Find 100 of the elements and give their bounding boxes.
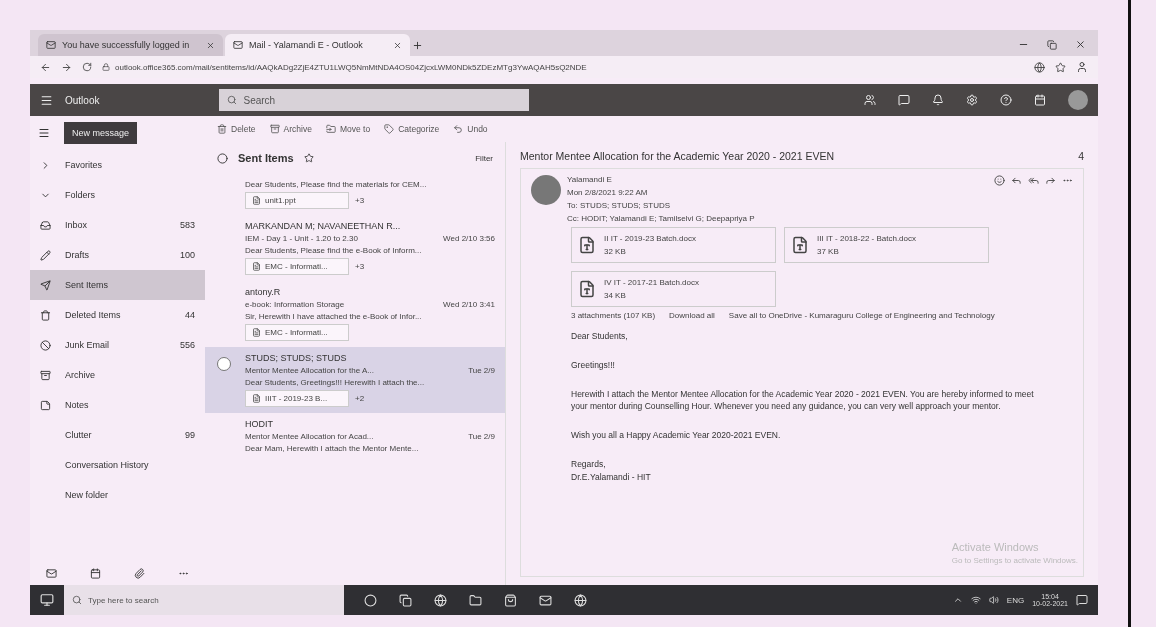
lock-icon <box>102 63 110 71</box>
app-name: Outlook <box>65 94 100 106</box>
calendar-icon <box>90 568 102 579</box>
select-all-icon <box>217 152 228 164</box>
star-icon <box>303 153 314 163</box>
email-paragraph: Dear Students, <box>571 330 629 343</box>
file-icon <box>252 196 261 205</box>
attachment-chip[interactable]: EMC - Informati... <box>245 324 349 341</box>
message-item[interactable]: HODIT Mentor Mentee Allocation for Acad... Tue 2/9 Dear Mam, Herewith I attach the Mentor Mente... <box>205 413 505 459</box>
close-icon[interactable] <box>393 40 402 50</box>
nav-section[interactable]: Folders <box>30 180 205 210</box>
toolbar-button[interactable]: Categorize <box>384 124 440 134</box>
sent-date: Mon 2/8/2021 9:22 AM <box>567 188 649 197</box>
download-all-link[interactable]: Download all <box>669 311 715 320</box>
select-circle[interactable] <box>217 357 231 371</box>
bookmark-star-icon[interactable] <box>1055 61 1066 73</box>
taskbar-search-field[interactable]: Type here to search <box>64 585 344 615</box>
toolbar-icon <box>217 124 227 134</box>
chevron-up-icon <box>952 595 963 605</box>
message-item[interactable]: antony.R e-book: Information Storage Wed 2/10 3:41 Sir, Herewith I have attached the e-Book of Infor... EMC - Informati... <box>205 281 505 347</box>
folder-item[interactable]: Notes <box>30 390 205 420</box>
toolbar-icon <box>453 124 464 134</box>
header-icon[interactable] <box>1000 94 1012 106</box>
toolbar-button[interactable]: Delete <box>217 124 256 134</box>
toolbar-icon <box>325 124 336 134</box>
folder-item[interactable]: Clutter 99 <box>30 420 205 450</box>
avatar[interactable] <box>1068 90 1088 110</box>
taskbar-app-icon[interactable] <box>574 593 587 607</box>
folder-item[interactable]: New folder <box>30 480 205 510</box>
message-item[interactable]: Dear Students, Please find the materials for CEM... unit1.ppt +3 <box>205 174 505 215</box>
folder-item[interactable]: Deleted Items 44 <box>30 300 205 330</box>
email-subject: Mentor Mentee Allocation for the Academic Year 2020 - 2021 EVEN <box>520 150 836 162</box>
to-line: To: STUDS; STUDS; STUDS <box>567 201 672 210</box>
close-icon[interactable] <box>1075 39 1086 50</box>
email-signature: Regards, Dr.E.Yalamandi - HIT <box>571 457 652 484</box>
mail-icon <box>46 568 58 579</box>
restore-icon[interactable] <box>1047 39 1057 50</box>
attachment-chip[interactable]: EMC - Informati... <box>245 258 349 275</box>
reply-all-icon <box>1028 175 1039 186</box>
attachment-chip[interactable]: IIIT - 2019-23 B... <box>245 390 349 407</box>
notification-icon <box>1076 594 1088 606</box>
taskbar-app-icon[interactable] <box>364 593 377 607</box>
taskbar-app-icon[interactable] <box>399 593 412 607</box>
menu-icon[interactable] <box>38 127 50 139</box>
forward-icon[interactable] <box>61 61 72 73</box>
save-onedrive-link[interactable]: Save all to OneDrive - Kumaraguru College of Engineering and Technology <box>728 311 995 320</box>
back-icon[interactable] <box>40 61 51 73</box>
folder-item[interactable]: Sent Items <box>30 270 205 300</box>
wifi-icon <box>970 595 981 605</box>
reload-icon[interactable] <box>82 62 92 72</box>
browser-tab[interactable]: You have successfully logged in <box>38 34 223 56</box>
header-icon[interactable] <box>932 94 944 106</box>
browser-tab[interactable]: Mail - Yalamandi E - Outlook <box>225 34 410 56</box>
attachment-card[interactable]: III IT - 2018-22 - Batch.docx 37 KB <box>784 227 989 263</box>
folder-item[interactable]: Junk Email 556 <box>30 330 205 360</box>
mail-icon <box>46 40 56 50</box>
speaker-icon <box>988 595 999 605</box>
globe-icon[interactable] <box>1034 61 1045 73</box>
taskbar-app-icon[interactable] <box>539 593 552 607</box>
profile-icon[interactable] <box>1076 61 1088 73</box>
folder-item[interactable]: Inbox 583 <box>30 210 205 240</box>
email-paragraph: Herewith I attach the Mentor Mentee Allocation for the Academic Year 2020 - 2021 EVEN. You are hereby informed to meet your mentor during Counselling Hour. Whenever you need any guidance, you can very well approach your mentor. <box>571 387 1035 413</box>
toolbar-icon <box>269 124 280 134</box>
header-icon[interactable] <box>966 94 978 106</box>
new-tab-icon[interactable] <box>412 40 423 51</box>
language-indicator[interactable]: ENG <box>1006 595 1025 605</box>
toolbar-button[interactable]: Undo <box>453 124 488 134</box>
paperclip-icon <box>133 568 145 579</box>
folder-item[interactable]: Drafts 100 <box>30 240 205 270</box>
header-icon[interactable] <box>864 94 876 106</box>
taskbar-app-icon[interactable] <box>469 593 482 607</box>
taskbar-app-icon[interactable] <box>434 593 447 607</box>
url-text[interactable]: outlook.office365.com/mail/sentitems/id/AAQkADg2ZjE4ZTU1LWQ5NmMtNDA4OS04ZjcxLWM0NDk5ZDEzMTg3YwAQAH5sQ2NDE <box>115 62 587 72</box>
header-icon[interactable] <box>1034 94 1046 106</box>
toolbar-button[interactable]: Archive <box>269 124 312 134</box>
sender-photo-placeholder <box>531 175 561 205</box>
search-field[interactable]: Search <box>219 89 530 111</box>
toolbar-button[interactable]: Move to <box>325 124 371 134</box>
thread-count: 4 <box>1078 150 1084 162</box>
message-item[interactable]: STUDS; STUDS; STUDS Mentor Mentee Allocation for the A... Tue 2/9 Dear Students, Greetings!!! Herewith I attach the... IIIT - 2019-23 B... +2 <box>205 347 505 413</box>
document-icon <box>578 236 596 254</box>
close-icon[interactable] <box>206 40 215 50</box>
new-message-button[interactable]: New message <box>64 122 138 144</box>
nav-section[interactable]: Favorites <box>30 150 205 180</box>
folder-item[interactable]: Archive <box>30 360 205 390</box>
sender-name: Yalamandi E <box>567 175 613 184</box>
taskbar-app-icon[interactable] <box>504 593 517 607</box>
filter-button[interactable]: Filter <box>475 153 493 163</box>
attachment-card[interactable]: IV IT - 2017-21 Batch.docx 34 KB <box>571 271 776 307</box>
message-item[interactable]: MARKANDAN M; NAVANEETHAN R... IEM - Day 1 - Unit - 1.20 to 2.30 Wed 2/10 3:56 Dear Students, Please find the e-Book of Inform... EMC - Informati... +3 <box>205 215 505 281</box>
attachment-card[interactable]: II IT - 2019-23 Batch.docx 32 KB <box>571 227 776 263</box>
search-icon <box>72 595 82 605</box>
toolbar-icon <box>384 124 395 134</box>
attachment-chip[interactable]: unit1.ppt <box>245 192 349 209</box>
list-title: Sent Items <box>238 152 294 164</box>
email-paragraph: Wish you all a Happy Academic Year 2020-2021 EVEN. <box>571 429 782 442</box>
folder-item[interactable]: Conversation History <box>30 450 205 480</box>
menu-icon[interactable] <box>40 93 53 107</box>
header-icon[interactable] <box>898 94 910 106</box>
document-icon <box>578 280 596 298</box>
